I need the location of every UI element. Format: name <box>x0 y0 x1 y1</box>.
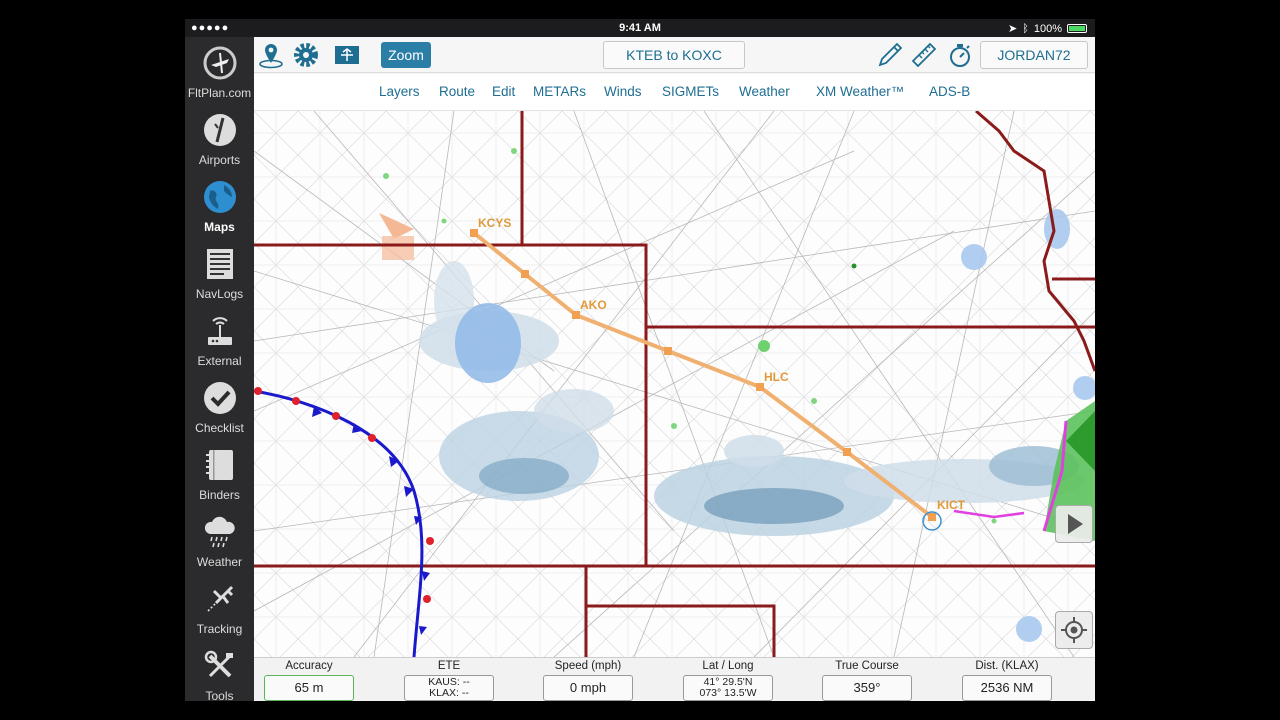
stat-label: Accuracy <box>285 660 333 672</box>
waypoint-label-kict[interactable]: KICT <box>937 498 966 512</box>
status-bar: ●●●●● 9:41 AM ➤ ᛒ 100% <box>185 19 1095 37</box>
toolbar: Zoom KTEB to KOXC JORDAN72 <box>254 37 1095 73</box>
clock: 9:41 AM <box>619 22 661 34</box>
sidebar-item-airports[interactable]: Airports <box>185 104 254 170</box>
stat-accuracy[interactable]: Accuracy 65 m <box>264 660 354 701</box>
menu-route[interactable]: Route <box>439 84 475 99</box>
sidebar-item-label: Tools <box>205 689 234 701</box>
sidebar-item-external[interactable]: External <box>185 305 254 371</box>
globe-icon <box>204 181 236 213</box>
menu-edit[interactable]: Edit <box>492 84 515 99</box>
stat-label: ETE <box>437 660 461 672</box>
sidebar-item-checklist[interactable]: Checklist <box>185 372 254 438</box>
sidebar-item-tools[interactable]: Tools <box>185 640 254 701</box>
battery-percent: 100% <box>1033 22 1062 35</box>
sidebar-item-label: Checklist <box>195 421 244 435</box>
sidebar-item-label: FltPlan.com <box>187 86 252 100</box>
aviation-map[interactable]: KCYS AKO HLC KICT <box>254 111 1095 657</box>
stat-true-course[interactable]: True Course 359° <box>822 660 912 701</box>
sidebar-item-maps[interactable]: Maps <box>185 171 254 237</box>
flight-stats-bar: Accuracy 65 m ETE KAUS: -- KLAX: -- Spee… <box>254 657 1095 701</box>
sidebar-item-label: External <box>197 354 242 368</box>
map-canvas[interactable]: KCYS AKO HLC KICT <box>254 111 1095 657</box>
center-location-button[interactable] <box>1055 611 1093 649</box>
stat-latlong[interactable]: Lat / Long 41° 29.5'N 073° 13.5'W <box>683 660 773 701</box>
sidebar-item-binders[interactable]: Binders <box>185 439 254 505</box>
play-icon <box>1068 514 1083 534</box>
waypoint-label-kcys[interactable]: KCYS <box>478 216 511 230</box>
stopwatch-icon[interactable] <box>946 41 974 69</box>
fltplan-logo-icon <box>203 46 237 80</box>
sidebar-item-label: Weather <box>196 555 243 569</box>
sidebar-item-weather[interactable]: Weather <box>185 506 254 572</box>
bluetooth-icon: ᛒ <box>1022 22 1029 35</box>
rain-cloud-icon <box>204 516 235 548</box>
crosshair-icon <box>1061 617 1087 643</box>
stat-label: Dist. (KLAX) <box>975 660 1039 672</box>
stat-value: 2536 NM <box>962 675 1052 701</box>
long-value: 073° 13.5'W <box>699 687 757 699</box>
stat-value: 0 mph <box>543 675 633 701</box>
map-pin-icon[interactable] <box>257 41 285 69</box>
menu-sigmets[interactable]: SIGMETs <box>662 84 719 99</box>
route-button[interactable]: KTEB to KOXC <box>603 41 745 69</box>
sidebar-item-label: Tracking <box>196 622 243 636</box>
stat-label: Speed (mph) <box>554 660 622 672</box>
sidebar-item-label: Binders <box>199 488 240 502</box>
airport-runway-icon <box>204 114 236 146</box>
stat-value: 41° 29.5'N 073° 13.5'W <box>683 675 773 701</box>
battery-icon <box>1067 24 1087 33</box>
menu-weather[interactable]: Weather <box>739 84 790 99</box>
waypoint-label-ako[interactable]: AKO <box>580 298 607 312</box>
ipad-screen: ●●●●● 9:41 AM ➤ ᛒ 100% FltPlan.com Airpo… <box>185 19 1095 701</box>
menu-ads-b[interactable]: ADS-B <box>929 84 970 99</box>
binder-icon <box>206 450 233 480</box>
checkmark-icon <box>204 382 236 414</box>
menu-metars[interactable]: METARs <box>533 84 586 99</box>
gear-icon[interactable] <box>292 41 320 69</box>
user-account-button[interactable]: JORDAN72 <box>980 41 1088 69</box>
menu-layers[interactable]: Layers <box>379 84 420 99</box>
antenna-icon <box>208 317 232 345</box>
airway-grid <box>254 111 1095 657</box>
navlog-document-icon <box>207 249 233 279</box>
menu-xm-weather[interactable]: XM Weather™ <box>816 84 904 99</box>
sidebar-item-tracking[interactable]: Tracking <box>185 573 254 639</box>
stat-value: 65 m <box>264 675 354 701</box>
stat-value: KAUS: -- KLAX: -- <box>404 675 494 701</box>
waypoint-label-hlc[interactable]: HLC <box>764 370 789 384</box>
sidebar-item-label: NavLogs <box>195 287 244 301</box>
status-right: ➤ ᛒ 100% <box>1008 22 1087 35</box>
sidebar-item-navlogs[interactable]: NavLogs <box>185 238 254 304</box>
tools-icon <box>204 650 233 678</box>
stat-label: True Course <box>835 660 899 672</box>
stat-distance[interactable]: Dist. (KLAX) 2536 NM <box>962 660 1052 701</box>
stat-label: Lat / Long <box>702 660 754 672</box>
stat-speed[interactable]: Speed (mph) 0 mph <box>543 660 633 701</box>
play-button[interactable] <box>1055 505 1093 543</box>
ruler-icon[interactable] <box>910 41 938 69</box>
sidebar-item-label: Airports <box>198 153 241 167</box>
plane-track-icon <box>207 585 234 612</box>
sidebar: FltPlan.com Airports Maps NavLogs Extern… <box>185 37 254 701</box>
sidebar-item-fltplan[interactable]: FltPlan.com <box>185 37 254 103</box>
zoom-button[interactable]: Zoom <box>381 42 431 68</box>
ete-line-2: KLAX: -- <box>429 687 469 699</box>
pencil-icon[interactable] <box>876 41 904 69</box>
map-menu-bar: Layers Route Edit METARs Winds SIGMETs W… <box>254 74 1095 111</box>
sidebar-item-label: Maps <box>204 220 235 234</box>
menu-winds[interactable]: Winds <box>604 84 642 99</box>
map-frame-icon[interactable] <box>333 41 361 69</box>
stat-ete[interactable]: ETE KAUS: -- KLAX: -- <box>404 660 494 701</box>
location-arrow-icon: ➤ <box>1008 23 1018 35</box>
stat-value: 359° <box>822 675 912 701</box>
